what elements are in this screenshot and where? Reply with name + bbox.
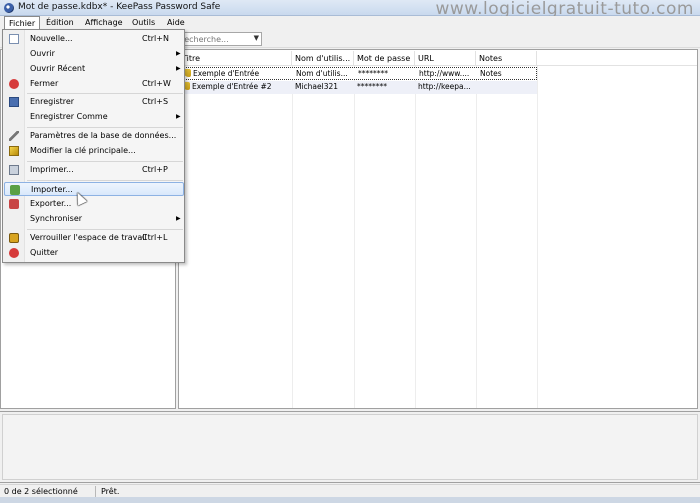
submenu-arrow-icon: ▶ [176, 215, 181, 222]
tools-icon [9, 131, 19, 141]
entry-username: Nom d'utilis... [296, 69, 348, 78]
lock-icon [9, 233, 19, 243]
entry-notes [476, 81, 537, 93]
entry-url: http://www.... [419, 69, 470, 78]
taskbar-strip [0, 497, 700, 503]
menu-edition[interactable]: Édition [42, 16, 78, 30]
column-header-notes[interactable]: Notes [476, 51, 537, 66]
column-header-username[interactable]: Nom d'utilis... [292, 51, 354, 66]
entry-password: ******** [358, 69, 388, 78]
entry-password: ******** [357, 82, 387, 91]
entry-title: Exemple d'Entrée [193, 69, 260, 78]
menu-separator [27, 93, 183, 94]
import-icon [10, 185, 20, 195]
menu-item-modifier-cle[interactable]: Modifier la clé principale... [4, 144, 184, 158]
column-header-url[interactable]: URL [415, 51, 476, 66]
column-divider [354, 66, 355, 408]
menu-item-imprimer[interactable]: Imprimer... Ctrl+P [4, 163, 184, 177]
print-icon [9, 165, 19, 175]
column-divider [537, 66, 538, 408]
menu-affichage[interactable]: Affichage [81, 16, 127, 30]
menu-item-exporter[interactable]: Exporter... [4, 197, 184, 211]
menu-fichier[interactable]: Fichier [4, 16, 41, 30]
column-divider [292, 66, 293, 408]
entry-url: http://keepa... [418, 82, 471, 91]
entry-title: Exemple d'Entrée #2 [192, 82, 272, 91]
menu-item-fermer[interactable]: Fermer Ctrl+W [4, 77, 184, 91]
menu-item-parametres[interactable]: Paramètres de la base de données... [4, 129, 184, 143]
menu-outils[interactable]: Outils [128, 16, 159, 30]
table-row[interactable]: Exemple d'Entrée Nom d'utilis... *******… [179, 67, 537, 80]
export-icon [9, 199, 19, 209]
menu-item-enregistrer[interactable]: Enregistrer Ctrl+S [4, 95, 184, 109]
menu-item-ouvrir[interactable]: Ouvrir ▶ [4, 47, 184, 61]
column-headers: Titre Nom d'utilis... Mot de passe URL N… [179, 51, 697, 66]
menu-separator [27, 229, 183, 230]
menu-aide[interactable]: Aide [163, 16, 189, 30]
submenu-arrow-icon: ▶ [176, 65, 181, 72]
quit-icon [9, 248, 19, 258]
search-input[interactable] [177, 33, 247, 45]
file-menu-dropdown: Nouvelle... Ctrl+N Ouvrir ▶ Ouvrir Récen… [2, 29, 185, 263]
entry-notes: Notes [480, 69, 502, 78]
title-bar: Mot de passe.kdbx* - KeePass Password Sa… [0, 0, 700, 19]
menu-separator [27, 127, 183, 128]
submenu-arrow-icon: ▶ [176, 113, 181, 120]
submenu-arrow-icon: ▶ [176, 50, 181, 57]
window-title: Mot de passe.kdbx* - KeePass Password Sa… [18, 2, 221, 12]
entry-list[interactable]: Titre Nom d'utilis... Mot de passe URL N… [178, 49, 698, 409]
menu-separator [27, 161, 183, 162]
status-bar: 0 de 2 sélectionné Prêt. [0, 484, 700, 497]
close-icon [9, 79, 19, 89]
save-icon [9, 97, 19, 107]
menu-item-quitter[interactable]: Quitter [4, 246, 184, 260]
column-divider [415, 66, 416, 408]
menu-item-importer[interactable]: Importer... [4, 182, 184, 196]
menu-item-enregistrer-comme[interactable]: Enregistrer Comme ▶ [4, 110, 184, 124]
entry-detail-pane [0, 411, 700, 483]
column-header-password[interactable]: Mot de passe [354, 51, 415, 66]
search-dropdown-icon[interactable]: ▼ [254, 34, 259, 42]
entry-username: Michael321 [295, 82, 339, 91]
keepass-app-icon [4, 3, 14, 13]
table-row[interactable]: Exemple d'Entrée #2 Michael321 ******** … [179, 81, 537, 94]
search-box[interactable]: ▼ [176, 32, 262, 46]
menu-item-ouvrir-recent[interactable]: Ouvrir Récent ▶ [4, 62, 184, 76]
status-separator [95, 486, 96, 497]
menu-separator [27, 180, 183, 181]
menu-item-synchroniser[interactable]: Synchroniser ▶ [4, 212, 184, 226]
master-key-icon [9, 146, 19, 156]
entry-detail-view[interactable] [2, 414, 698, 480]
new-file-icon [9, 34, 19, 44]
menu-item-nouvelle[interactable]: Nouvelle... Ctrl+N [4, 32, 184, 46]
menu-item-verrouiller[interactable]: Verrouiller l'espace de travail Ctrl+L [4, 231, 184, 245]
column-divider [476, 66, 477, 408]
menu-bar: Fichier Édition Affichage Outils Aide [0, 16, 700, 30]
column-header-title[interactable]: Titre [179, 51, 292, 66]
